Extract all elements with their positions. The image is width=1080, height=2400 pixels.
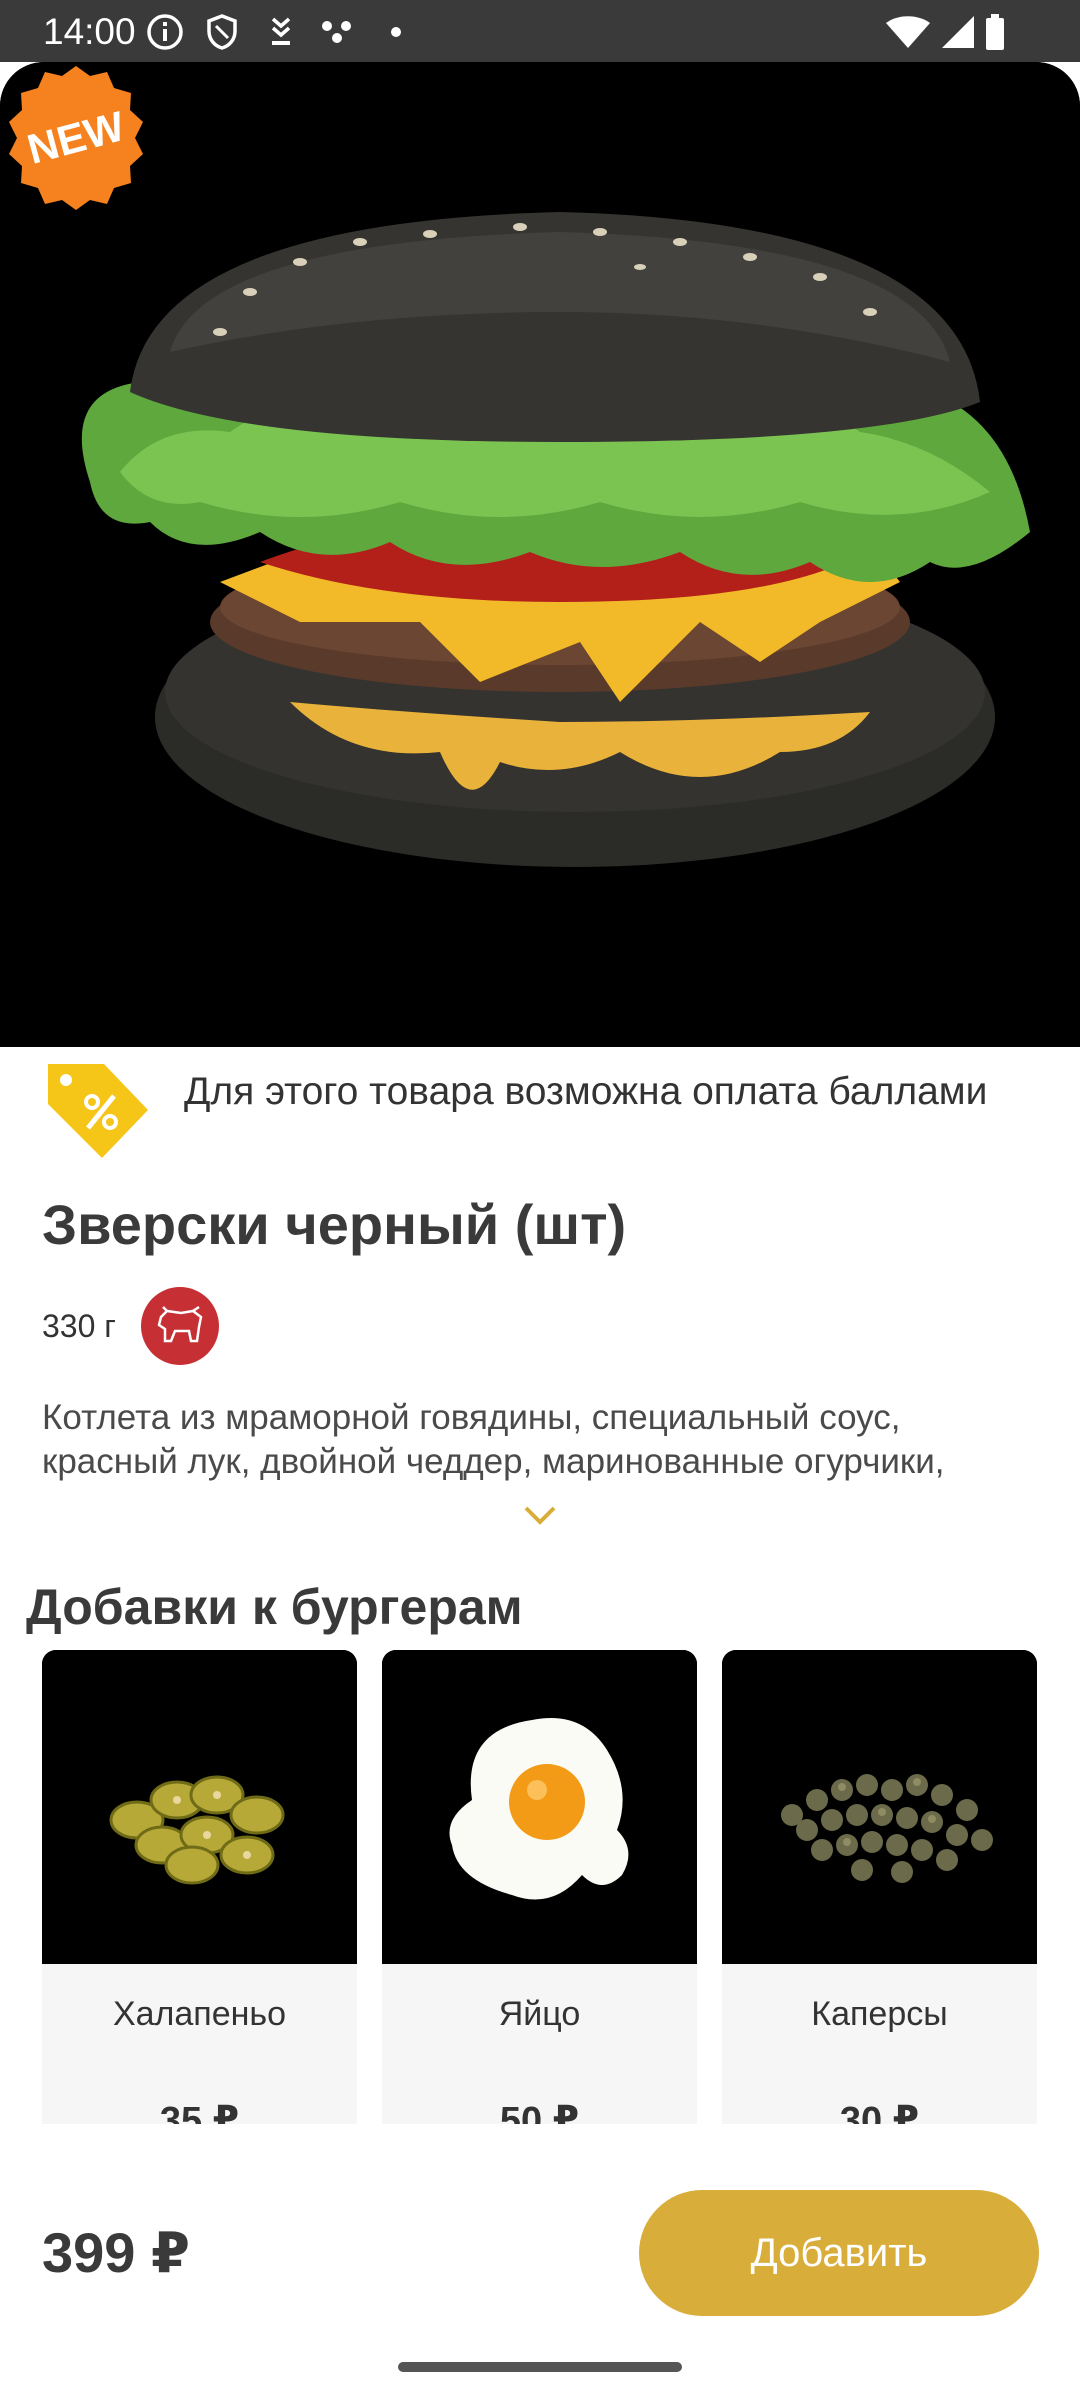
addon-card-jalapeno[interactable]: Халапеньо 35 ₽ — [42, 1650, 357, 2124]
dot-icon — [391, 27, 401, 37]
add-to-cart-button[interactable]: Добавить — [639, 2190, 1039, 2316]
gesture-bar[interactable] — [398, 2362, 682, 2372]
capers-image — [722, 1650, 1037, 1964]
battery-icon — [986, 14, 1004, 50]
status-bar: 14:00 — [0, 0, 1080, 62]
wifi-icon — [886, 16, 930, 48]
new-badge: NEW — [9, 66, 143, 210]
addon-name: Каперсы — [811, 1995, 948, 2033]
burger-illustration — [0, 62, 1080, 1047]
cow-icon[interactable] — [141, 1287, 219, 1365]
product-image: NEW — [0, 62, 1080, 1047]
addons-section-title: Добавки к бургерам — [26, 1579, 523, 1635]
addon-name: Яйцо — [498, 1995, 581, 2033]
points-notice: Для этого товара возможна оплата баллами — [0, 1058, 1080, 1168]
dots-icon — [322, 21, 351, 43]
addon-price: 50 ₽ — [499, 2100, 580, 2124]
addon-card-capers[interactable]: Каперсы 30 ₽ — [722, 1650, 1037, 2124]
addons-list[interactable]: Халапеньо 35 ₽ Яйцо 50 ₽ Каперсы 30 ₽ — [0, 1650, 1080, 2124]
signal-icon — [942, 16, 974, 48]
discount-tag-icon — [48, 1064, 148, 1158]
points-notice-text: Для этого товара возможна оплата баллами — [184, 1070, 988, 1113]
info-icon — [147, 14, 183, 50]
addon-price: 35 ₽ — [159, 2100, 240, 2124]
status-time: 14:00 — [43, 11, 136, 52]
download-icon — [271, 17, 291, 45]
chevron-down-icon[interactable] — [520, 1500, 560, 1530]
product-title: Зверски черный (шт) — [42, 1193, 627, 1256]
addon-card-egg[interactable]: Яйцо 50 ₽ — [382, 1650, 697, 2124]
addon-name: Халапеньо — [112, 1995, 287, 2033]
product-weight: 330 г — [42, 1308, 116, 1344]
fried-egg-image — [382, 1650, 697, 1964]
jalapeno-image — [42, 1650, 357, 1964]
total-price: 399 ₽ — [42, 2221, 190, 2284]
bottom-bar: 399 ₽ Добавить — [0, 2124, 1080, 2400]
addon-price: 30 ₽ — [839, 2100, 920, 2124]
shield-icon — [207, 14, 237, 50]
product-description: Котлета из мраморной говядины, специальн… — [42, 1398, 945, 1481]
